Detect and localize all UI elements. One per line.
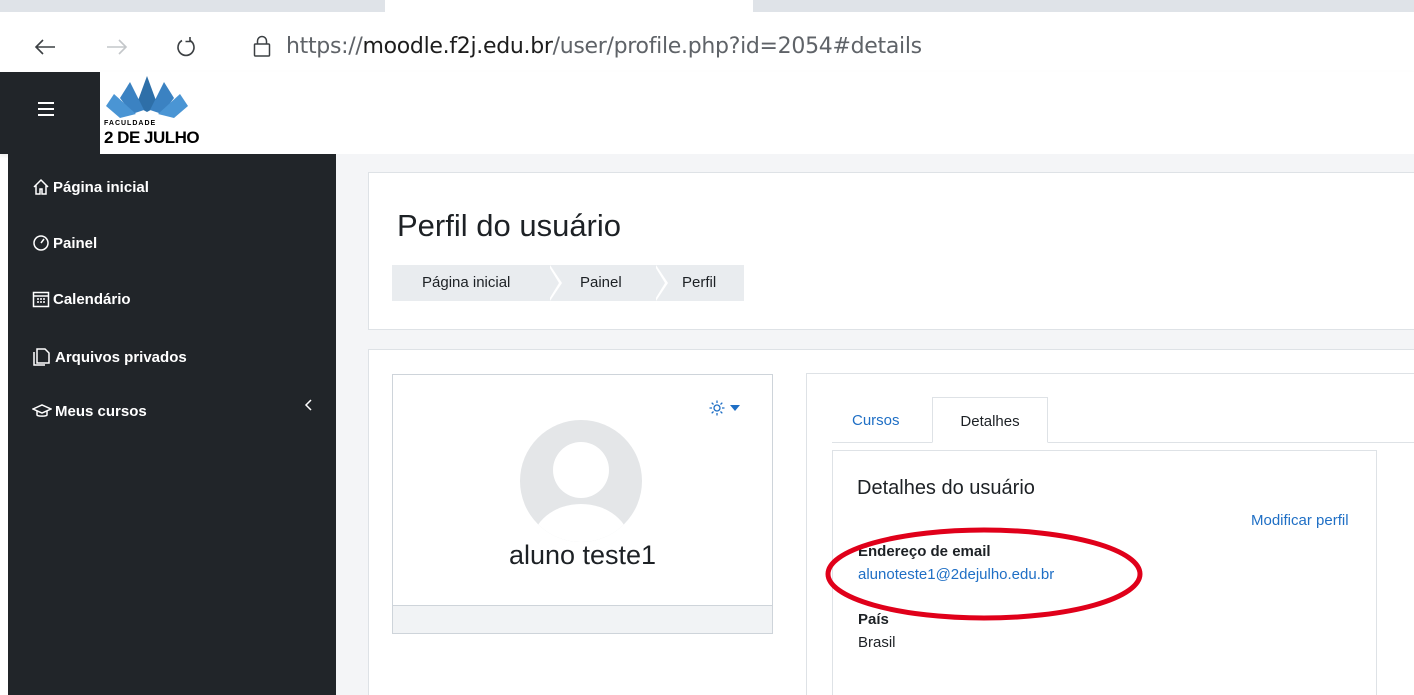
files-icon [33, 348, 50, 366]
address-bar[interactable]: https://moodle.f2j.edu.br/user/profile.p… [286, 34, 922, 60]
breadcrumb-separator [548, 265, 559, 301]
breadcrumb: Página inicial Painel Perfil [392, 265, 744, 301]
lock-icon [252, 34, 272, 63]
caret-down-icon [730, 405, 740, 411]
breadcrumb-item-dashboard[interactable]: Painel [550, 265, 656, 301]
edit-profile-link[interactable]: Modificar perfil [1251, 512, 1349, 529]
breadcrumb-item-profile: Perfil [656, 265, 744, 301]
book-logo-icon [106, 76, 188, 118]
back-button[interactable] [30, 32, 60, 62]
breadcrumb-label: Perfil [682, 274, 717, 291]
sidebar-item-dashboard[interactable]: Painel [32, 234, 97, 252]
country-value: Brasil [858, 634, 896, 651]
tabs-divider [832, 442, 1414, 443]
site-logo[interactable]: FACULDADE 2 DE JULHO [100, 72, 200, 148]
sidebar-item-label: Página inicial [53, 178, 149, 196]
avatar [520, 420, 642, 542]
user-full-name: aluno teste1 [508, 540, 657, 570]
chevron-left-icon[interactable] [304, 398, 314, 412]
breadcrumb-separator [654, 265, 665, 301]
sidebar-item-private-files[interactable]: Arquivos privados [32, 348, 187, 366]
reload-button[interactable] [171, 32, 201, 62]
logo-small-text: FACULDADE [104, 120, 157, 127]
gear-icon [709, 400, 725, 416]
user-details-title: Detalhes do usuário [857, 477, 1035, 499]
sidebar-item-home[interactable]: Página inicial [32, 178, 149, 196]
home-icon [33, 178, 49, 195]
logo-big-text: 2 DE JULHO [104, 128, 200, 147]
forward-button[interactable] [102, 32, 132, 62]
sidebar-item-label: Painel [53, 234, 98, 252]
browser-tab-strip [0, 0, 1414, 12]
calendar-icon [32, 291, 50, 308]
graduation-cap-icon [32, 404, 52, 417]
page-title: Perfil do usuário [397, 208, 622, 243]
breadcrumb-item-home[interactable]: Página inicial [392, 265, 550, 301]
email-value-link[interactable]: alunoteste1@2dejulho.edu.br [858, 566, 1054, 583]
reload-icon [177, 37, 195, 57]
user-card-footer [393, 605, 772, 633]
breadcrumb-label: Painel [580, 274, 622, 291]
sidebar-item-label: Meus cursos [55, 402, 147, 420]
url-host: moodle.f2j.edu.br [362, 34, 553, 59]
page-header-card [368, 172, 1414, 330]
forward-arrow-icon [107, 39, 128, 55]
tab-details[interactable]: Detalhes [932, 397, 1048, 443]
breadcrumb-label: Página inicial [422, 274, 511, 291]
browser-active-tab[interactable] [385, 0, 753, 12]
menu-hamburger-icon[interactable] [38, 102, 54, 124]
sidebar-item-my-courses[interactable]: Meus cursos [32, 402, 147, 420]
url-path: /user/profile.php?id=2054#details [552, 34, 922, 59]
sidebar-nav: Página inicial Painel Calendário Arquivo… [8, 154, 336, 695]
dashboard-icon [33, 235, 49, 251]
sidebar-item-calendar[interactable]: Calendário [32, 290, 131, 308]
tab-courses[interactable]: Cursos [852, 412, 900, 429]
browser-toolbar: https://moodle.f2j.edu.br/user/profile.p… [0, 12, 1414, 72]
country-label: País [858, 611, 889, 628]
top-navbar: FACULDADE 2 DE JULHO [0, 72, 1414, 154]
email-label: Endereço de email [858, 543, 991, 560]
back-arrow-icon [34, 39, 55, 55]
sidebar-item-label: Arquivos privados [55, 348, 187, 366]
url-scheme: https:// [286, 34, 363, 59]
sidebar-item-label: Calendário [53, 290, 131, 308]
profile-actions-menu[interactable] [708, 399, 740, 417]
